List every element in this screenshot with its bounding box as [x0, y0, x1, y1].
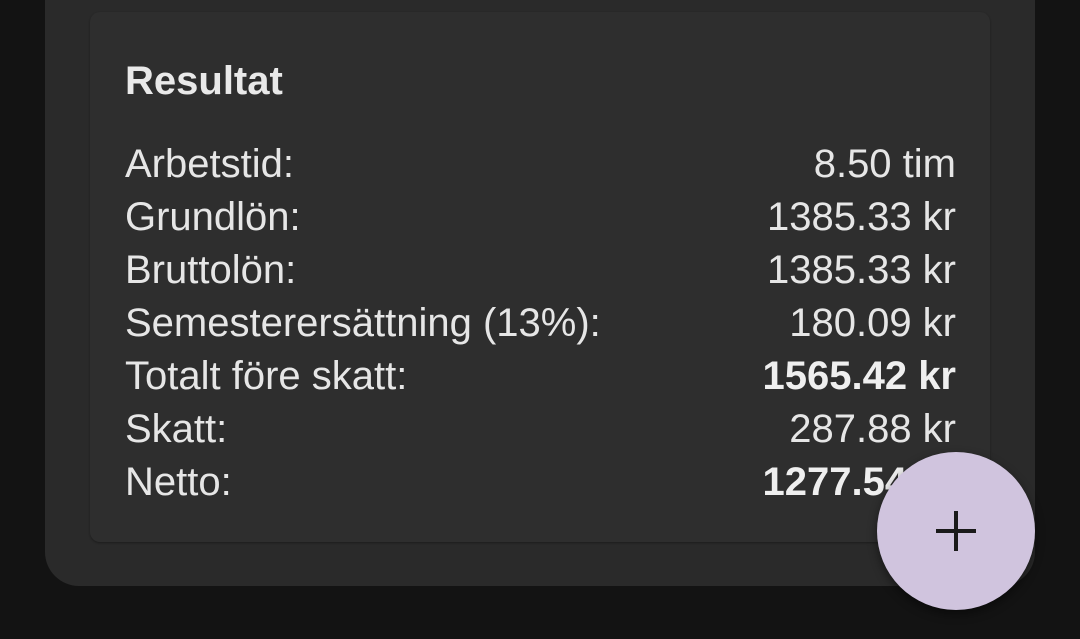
row-value: 1385.33 kr — [766, 195, 956, 239]
row-grundlon: Grundlön: 1385.33 kr — [125, 191, 956, 244]
add-fab-button[interactable] — [877, 452, 1035, 610]
row-totalt-fore-skatt: Totalt före skatt: 1565.42 kr — [125, 350, 956, 403]
row-value: 180.09 kr — [789, 301, 956, 345]
row-value: 1565.42 kr — [762, 354, 956, 398]
result-rows: Arbetstid: 8.50 tim Grundlön: 1385.33 kr… — [125, 138, 956, 509]
row-label: Arbetstid: — [125, 142, 294, 186]
row-label: Netto: — [125, 460, 232, 504]
row-value: 8.50 tim — [813, 142, 956, 186]
row-skatt: Skatt: 287.88 kr — [125, 403, 956, 456]
row-arbetstid: Arbetstid: 8.50 tim — [125, 138, 956, 191]
row-value: 1385.33 kr — [766, 248, 956, 292]
row-netto: Netto: 1277.54 kr — [125, 456, 956, 509]
plus-icon — [934, 509, 978, 553]
row-label: Bruttolön: — [125, 248, 297, 292]
result-title: Resultat — [125, 59, 283, 103]
row-label: Grundlön: — [125, 195, 301, 239]
row-label: Skatt: — [125, 407, 228, 451]
row-bruttolon: Bruttolön: 1385.33 kr — [125, 244, 956, 297]
row-semesterersattning: Semesterersättning (13%): 180.09 kr — [125, 297, 956, 350]
row-value: 287.88 kr — [789, 407, 956, 451]
row-label: Semesterersättning (13%): — [125, 301, 601, 345]
row-label: Totalt före skatt: — [125, 354, 408, 398]
